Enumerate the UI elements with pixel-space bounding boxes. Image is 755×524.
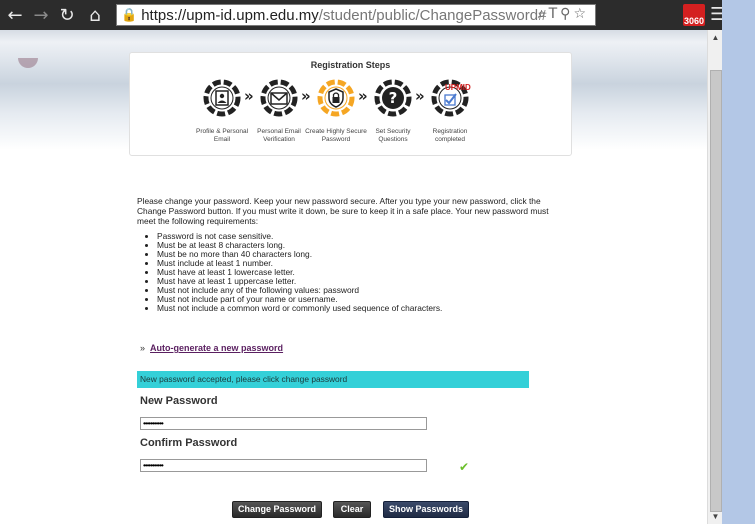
- reload-icon[interactable]: ↻: [56, 4, 78, 26]
- requirements-list: Password is not case sensitive. Must be …: [147, 232, 577, 313]
- scroll-up-icon[interactable]: ▲: [708, 30, 722, 45]
- scroll-thumb[interactable]: [710, 70, 722, 512]
- question-icon: ?: [374, 79, 412, 117]
- menu-icon[interactable]: ☰: [710, 4, 722, 25]
- logo-fragment: [18, 58, 38, 68]
- list-item: Must not include a common word or common…: [157, 304, 577, 313]
- step-arrow-3: »: [358, 87, 368, 105]
- step-label-4: Set Security Questions: [375, 128, 411, 143]
- url-path: /student/public/ChangePassword#: [318, 6, 547, 24]
- lock-icon: [317, 79, 355, 117]
- status-message: New password accepted, please click chan…: [137, 371, 529, 388]
- home-icon[interactable]: ⌂: [84, 4, 106, 26]
- bookmark-star-icon[interactable]: ☆: [573, 6, 589, 22]
- confirm-password-label: Confirm Password: [140, 437, 238, 449]
- vertical-scrollbar[interactable]: ▲ ▼: [707, 30, 722, 524]
- auto-generate-link[interactable]: Auto-generate a new password: [150, 343, 283, 353]
- clear-button[interactable]: Clear: [333, 501, 371, 518]
- address-bar[interactable]: 🔒 https://upm-id.upm.edu.my/student/publ…: [116, 4, 596, 26]
- registration-steps-panel: Registration Steps » » » ? » UPMID Profi…: [129, 52, 572, 156]
- step-arrow-1: »: [244, 87, 254, 105]
- back-arrow-icon[interactable]: ←: [4, 4, 26, 26]
- step-arrow-2: »: [301, 87, 311, 105]
- zoom-icon[interactable]: ⌕: [538, 6, 549, 22]
- step-label-1: Profile & Personal Email: [195, 128, 249, 143]
- instructions-text: Please change your password. Keep your n…: [137, 196, 549, 226]
- step-label-3: Create Highly Secure Password: [305, 128, 367, 143]
- svg-text:?: ?: [389, 89, 398, 107]
- extension-badge: 3060: [683, 16, 705, 26]
- step-label-2: Personal Email Verification: [257, 128, 301, 143]
- step-arrow-4: »: [415, 87, 425, 105]
- key-icon[interactable]: ⚲: [560, 6, 573, 22]
- confirm-password-input[interactable]: •••••••••••: [140, 459, 427, 472]
- extension-t-icon[interactable]: T: [549, 6, 561, 22]
- secure-lock-icon: 🔒: [121, 7, 138, 23]
- mail-extension-icon[interactable]: 3060: [683, 4, 705, 26]
- forward-arrow-icon[interactable]: →: [30, 4, 52, 26]
- step-label-5: Registration completed: [432, 128, 468, 143]
- browser-window: ← → ↻ ⌂ 🔒 https://upm-id.upm.edu.my/stud…: [0, 0, 722, 524]
- url-host: https://upm-id.upm.edu.my: [141, 6, 319, 24]
- checkmark-icon: ✔: [459, 460, 470, 474]
- address-bar-icons: ⌕T⚲☆: [538, 6, 589, 22]
- steps-title: Registration Steps: [310, 60, 391, 70]
- change-password-button[interactable]: Change Password: [232, 501, 322, 518]
- upmid-logo-text: UPMID: [445, 83, 471, 92]
- new-password-label: New Password: [140, 395, 218, 407]
- profile-card-icon: [203, 79, 241, 117]
- show-passwords-button[interactable]: Show Passwords: [383, 501, 469, 518]
- autogen-row: » Auto-generate a new password: [140, 343, 283, 353]
- envelope-icon: [260, 79, 298, 117]
- new-password-input[interactable]: •••••••••••: [140, 417, 427, 430]
- browser-toolbar: ← → ↻ ⌂ 🔒 https://upm-id.upm.edu.my/stud…: [0, 0, 722, 30]
- scroll-down-icon[interactable]: ▼: [708, 509, 722, 524]
- autogen-prefix: »: [140, 343, 146, 353]
